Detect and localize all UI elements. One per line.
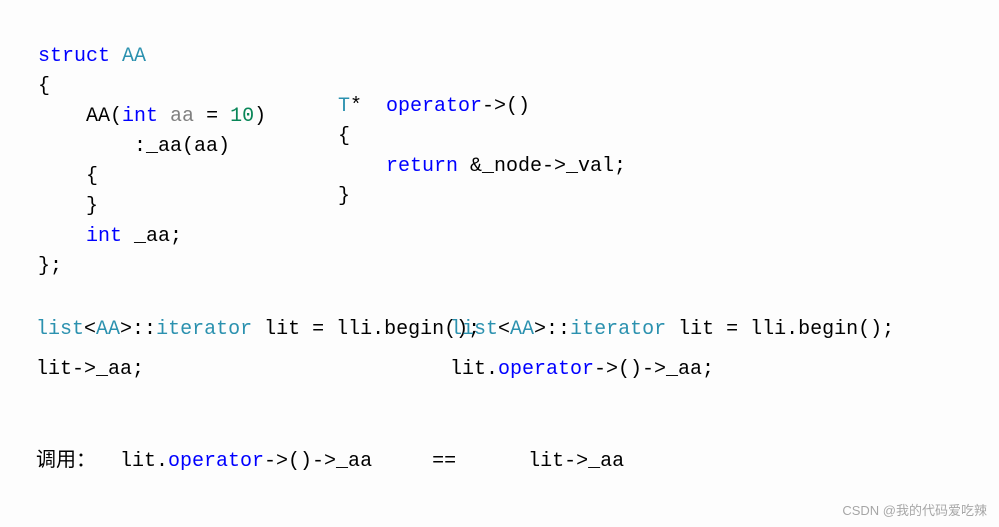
- type-aa: AA: [110, 45, 146, 68]
- type-iterator-r: iterator: [570, 318, 666, 341]
- rest-r: lit = lli.begin();: [666, 318, 894, 341]
- use-r-op: operator: [498, 358, 594, 381]
- use-r-pre: lit.: [450, 358, 498, 381]
- op-brace-close: }: [338, 185, 350, 208]
- rest-l: lit = lli.begin();: [252, 318, 480, 341]
- init-list: :_aa(aa): [38, 135, 230, 158]
- return-expr: &_node->_val;: [458, 155, 626, 178]
- code-block-struct: struct AA { AA(int aa = 10) :_aa(aa) { }…: [38, 12, 266, 282]
- code-line-left-use: lit->_aa;: [36, 355, 144, 385]
- label-call: 调用：: [36, 449, 96, 471]
- rhs: lit->_aa: [528, 450, 624, 473]
- code-line-right-use: lit.operator->()->_aa;: [450, 355, 714, 385]
- keyword-int-2: int: [38, 225, 122, 248]
- type-list-r: list: [450, 318, 498, 341]
- arrow-parens: ->(): [482, 95, 530, 118]
- ctor-name: AA: [38, 105, 110, 128]
- type-aa-r: AA: [510, 318, 534, 341]
- paren-open: (: [110, 105, 122, 128]
- member-aa: _aa;: [122, 225, 182, 248]
- struct-close: };: [38, 255, 62, 278]
- gt-l: >::: [120, 318, 156, 341]
- lt-l: <: [84, 318, 96, 341]
- code-block-operator: T* operator->() { return &_node->_val; }: [338, 62, 626, 212]
- keyword-return: return: [338, 155, 458, 178]
- pad1: [96, 450, 120, 473]
- paren-close: ): [254, 105, 266, 128]
- op-brace-open: {: [338, 125, 350, 148]
- use-r-post: ->()->_aa;: [594, 358, 714, 381]
- lhs-op: operator: [168, 450, 264, 473]
- type-list-l: list: [36, 318, 84, 341]
- code-line-right-decl: list<AA>::iterator lit = lli.begin();: [450, 315, 894, 345]
- code-line-left-decl: list<AA>::iterator lit = lli.begin();: [36, 315, 480, 345]
- keyword-int: int: [122, 105, 158, 128]
- use-left: lit->_aa;: [36, 358, 144, 381]
- star: *: [350, 95, 386, 118]
- ctor-brace-open: {: [38, 165, 98, 188]
- lhs-post: ->()->_aa: [264, 450, 372, 473]
- type-aa-l: AA: [96, 318, 120, 341]
- watermark: CSDN @我的代码爱吃辣: [842, 500, 987, 519]
- literal-10: 10: [230, 105, 254, 128]
- type-iterator-l: iterator: [156, 318, 252, 341]
- ctor-brace-close: }: [38, 195, 98, 218]
- eq-sep: ==: [372, 450, 528, 473]
- type-t: T: [338, 95, 350, 118]
- keyword-struct: struct: [38, 45, 110, 68]
- code-line-bottom: 调用： lit.operator->()->_aa == lit->_aa: [36, 445, 624, 477]
- lhs-pre: lit.: [120, 450, 168, 473]
- gt-r: >::: [534, 318, 570, 341]
- param-aa: aa: [158, 105, 206, 128]
- lt-r: <: [498, 318, 510, 341]
- keyword-operator: operator: [386, 95, 482, 118]
- brace-open: {: [38, 75, 50, 98]
- equals: =: [206, 105, 230, 128]
